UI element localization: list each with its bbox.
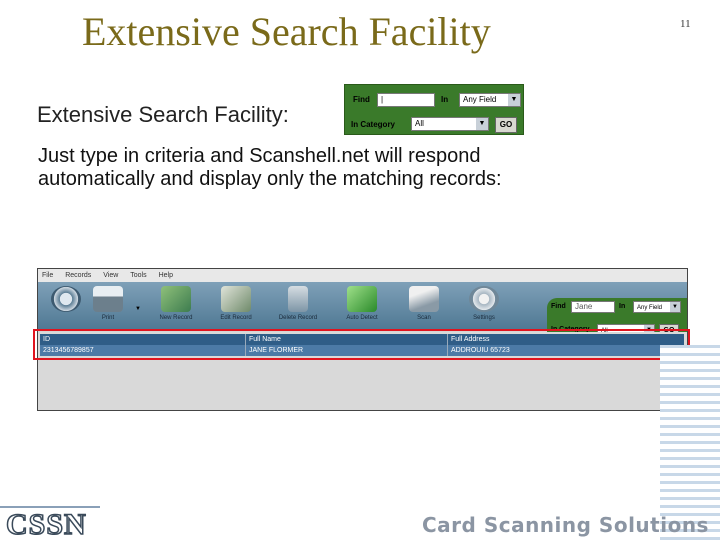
menu-help[interactable]: Help <box>159 272 173 279</box>
toolbar: Print ▼ New Record Edit Record Delete Re… <box>38 282 687 342</box>
mini-search-widget: Find | In Any Field ▼ In Category All ▼ … <box>344 84 524 135</box>
mini-field-select[interactable]: Any Field ▼ <box>459 93 521 107</box>
app-find-label: Find <box>551 303 566 310</box>
edit-record-button[interactable]: Edit Record <box>208 284 264 328</box>
app-in-label: In <box>619 303 626 310</box>
settings-button[interactable]: Settings <box>456 284 512 328</box>
gears-icon <box>469 286 499 312</box>
scan-button[interactable]: Scan <box>396 284 452 328</box>
delete-record-button[interactable]: Delete Record <box>270 284 326 328</box>
chevron-down-icon[interactable]: ▼ <box>476 118 488 130</box>
auto-detect-button[interactable]: Auto Detect <box>334 284 390 328</box>
page-number: 11 <box>680 18 691 30</box>
scan-wheel-icon <box>51 286 81 312</box>
new-record-button[interactable]: New Record <box>148 284 204 328</box>
new-record-icon <box>161 286 191 312</box>
trash-icon <box>288 286 308 312</box>
subhead: Extensive Search Facility: <box>37 102 289 127</box>
chevron-down-icon[interactable]: ▼ <box>508 94 520 106</box>
slide-title: Extensive Search Facility <box>82 9 491 54</box>
auto-detect-icon <box>347 286 377 312</box>
menu-tools[interactable]: Tools <box>130 272 146 279</box>
app-find-input[interactable]: Jane <box>571 301 615 313</box>
menu-records[interactable]: Records <box>65 272 91 279</box>
decorative-stripes <box>660 345 720 540</box>
menu-bar: File Records View Tools Help <box>38 269 687 282</box>
app-field-value: Any Field <box>637 305 663 311</box>
menu-view[interactable]: View <box>103 272 118 279</box>
printer-icon <box>93 286 123 312</box>
mini-category-select[interactable]: All ▼ <box>411 117 489 131</box>
cssn-logo: CSSN <box>5 507 87 540</box>
mini-field-value: Any Field <box>463 95 497 104</box>
mini-find-label: Find <box>353 95 370 104</box>
chevron-down-icon[interactable]: ▼ <box>670 302 680 312</box>
body-text: Just type in criteria and Scanshell.net … <box>38 145 502 190</box>
result-highlight-box <box>33 329 690 360</box>
mini-go-button[interactable]: GO <box>495 117 517 133</box>
edit-record-icon <box>221 286 251 312</box>
menu-file[interactable]: File <box>42 272 53 279</box>
scanner-icon <box>409 286 439 312</box>
print-button[interactable]: Print <box>80 284 136 328</box>
mini-find-input[interactable]: | <box>377 93 435 107</box>
footer-tagline: Card Scanning Solutions <box>422 513 709 537</box>
mini-in-label: In <box>441 95 449 104</box>
mini-category-label: In Category <box>351 120 396 129</box>
mini-category-value: All <box>415 119 424 128</box>
print-dropdown-icon[interactable]: ▼ <box>135 306 141 312</box>
app-field-select[interactable]: Any Field ▼ <box>633 301 681 313</box>
